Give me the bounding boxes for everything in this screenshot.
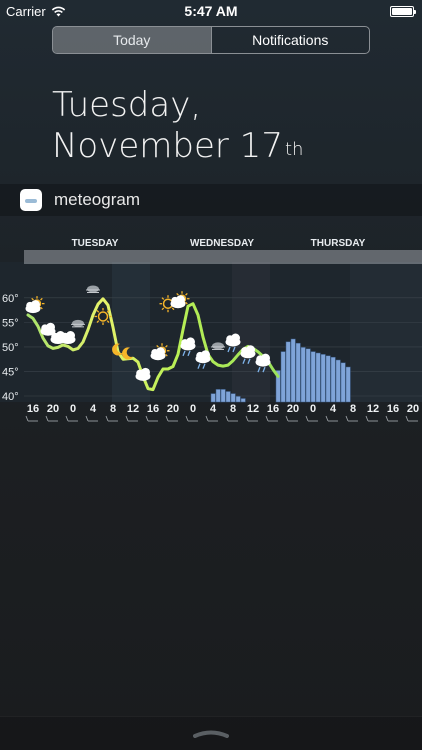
x-tick-label: 4 — [330, 403, 337, 415]
wind-barb-icon — [45, 415, 58, 422]
x-tick-label: 4 — [90, 403, 97, 415]
wind-barb-icon — [365, 415, 378, 422]
precip-bar — [345, 366, 351, 403]
bottom-handle[interactable] — [0, 716, 422, 750]
wind-barb-icon — [65, 415, 78, 422]
y-tick-label: 40° — [2, 391, 19, 403]
clock: 5:47 AM — [184, 3, 238, 19]
precip-bar — [235, 396, 241, 403]
x-tick-label: 16 — [267, 403, 279, 415]
battery-icon — [390, 6, 416, 17]
precip-bar — [310, 351, 316, 403]
y-tick-label: 45° — [2, 366, 19, 378]
precip-bar — [220, 389, 226, 403]
daylight-band — [232, 262, 270, 402]
date-day: November 17th — [52, 126, 303, 167]
day-label: WEDNESDAY — [190, 238, 254, 249]
wind-barb-icon — [125, 415, 138, 422]
day-strip — [24, 250, 422, 264]
wind-barb-icon — [145, 415, 158, 422]
wind-barb-icon — [245, 415, 258, 422]
y-tick-label: 55° — [2, 317, 19, 329]
x-tick-label: 16 — [27, 403, 39, 415]
x-tick-label: 16 — [147, 403, 159, 415]
wind-barb-icon — [385, 415, 398, 422]
x-tick-label: 20 — [287, 403, 299, 415]
wind-barb-icon — [85, 415, 98, 422]
tab-notifications[interactable]: Notifications — [212, 27, 370, 53]
y-tick-label: 50° — [2, 342, 19, 354]
wind-barb-icon — [405, 415, 418, 422]
wind-barb-icon — [345, 415, 358, 422]
precip-bar — [285, 341, 291, 403]
precip-bar — [295, 342, 301, 403]
precip-bar — [320, 354, 326, 403]
meteogram-app-icon — [20, 189, 42, 211]
wind-barb-icon — [325, 415, 338, 422]
x-axis: 16 20 0 4 8 12 16 20 0 4 8 12 16 20 0 4 8 12 16 20 — [27, 403, 419, 415]
wind-barb-icon — [165, 415, 178, 422]
x-tick-label: 12 — [127, 403, 139, 415]
wind-barb-icon — [305, 415, 318, 422]
widget-header[interactable]: meteogram — [0, 184, 422, 216]
x-tick-label: 8 — [110, 403, 116, 415]
wind-barbs — [25, 415, 418, 422]
x-tick-label: 8 — [350, 403, 356, 415]
precip-bar — [225, 391, 231, 403]
precip-bar — [330, 356, 336, 403]
day-label: TUESDAY — [72, 238, 119, 249]
wind-barb-icon — [265, 415, 278, 422]
precip-bar — [210, 393, 216, 403]
meteogram-chart[interactable]: TUESDAY WEDNESDAY THURSDAY 60° 55° 50° 45° 40°… — [0, 218, 422, 428]
wind-barb-icon — [25, 415, 38, 422]
precip-bar — [215, 389, 221, 403]
precip-bar — [340, 362, 346, 403]
date-ordinal-suffix: th — [284, 139, 304, 160]
tab-today[interactable]: Today — [53, 27, 212, 53]
date-header: Tuesday, November 17th — [52, 85, 303, 167]
x-tick-label: 0 — [310, 403, 316, 415]
precip-bar — [290, 338, 296, 403]
precip-bar — [280, 351, 286, 403]
x-tick-label: 8 — [230, 403, 236, 415]
widget-title: meteogram — [54, 190, 140, 209]
wind-barb-icon — [185, 415, 198, 422]
day-labels: TUESDAY WEDNESDAY THURSDAY — [24, 238, 422, 264]
wind-barb-icon — [225, 415, 238, 422]
wind-barb-icon — [205, 415, 218, 422]
x-tick-label: 12 — [247, 403, 259, 415]
x-tick-label: 0 — [190, 403, 196, 415]
chevron-handle-icon[interactable] — [193, 730, 229, 738]
status-bar: Carrier 5:47 AM — [0, 0, 422, 22]
date-weekday: Tuesday, — [52, 85, 202, 125]
precip-bar — [315, 352, 321, 403]
x-tick-label: 16 — [387, 403, 399, 415]
x-tick-label: 12 — [367, 403, 379, 415]
daylight-band — [350, 262, 422, 402]
wind-barb-icon — [105, 415, 118, 422]
x-tick-label: 20 — [407, 403, 419, 415]
y-tick-label: 60° — [2, 293, 19, 305]
precip-bar — [230, 393, 236, 403]
precip-bar — [240, 398, 246, 403]
precip-bar — [335, 359, 341, 403]
date-month-day: November 17 — [52, 126, 283, 166]
x-tick-label: 20 — [167, 403, 179, 415]
precip-bar — [300, 347, 306, 403]
view-switcher: Today Notifications — [52, 26, 370, 54]
x-tick-label: 4 — [210, 403, 217, 415]
precip-bar — [305, 348, 311, 403]
chart-background — [0, 262, 422, 402]
wind-barb-icon — [285, 415, 298, 422]
precip-bar — [325, 355, 331, 403]
x-tick-label: 20 — [47, 403, 59, 415]
day-label: THURSDAY — [311, 238, 366, 249]
x-tick-label: 0 — [70, 403, 76, 415]
